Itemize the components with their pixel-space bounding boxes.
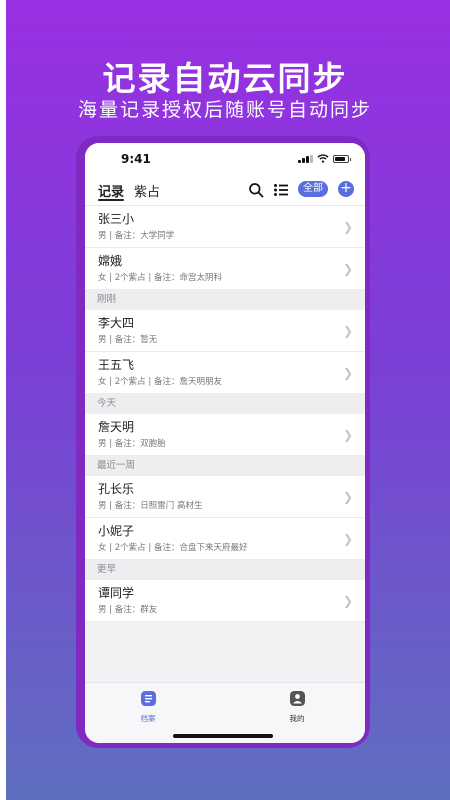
record-name: 王五飞 bbox=[98, 358, 135, 372]
list-item[interactable]: 谭同学 男 | 备注：群友 ❯ bbox=[85, 580, 365, 622]
list-item[interactable]: 嫦娥 女 | 2个紫占 | 备注：命宫太阴科 ❯ bbox=[85, 248, 365, 290]
chevron-right-icon: ❯ bbox=[342, 490, 353, 504]
chevron-right-icon: ❯ bbox=[342, 366, 353, 380]
list-item[interactable]: 孔长乐 男 | 备注：日照雷门 高材生 ❯ bbox=[85, 476, 365, 518]
list-item[interactable]: 李大四 男 | 备注：暂无 ❯ bbox=[85, 310, 365, 352]
chevron-right-icon: ❯ bbox=[342, 594, 353, 608]
status-bar: 9:41 bbox=[85, 143, 365, 173]
home-indicator bbox=[173, 734, 273, 738]
section-header: 更早 bbox=[85, 560, 365, 580]
list-item[interactable]: 小妮子 女 | 2个紫占 | 备注：合盘下来天府最好 ❯ bbox=[85, 518, 365, 560]
record-meta: 男 | 备注：日照雷门 高材生 bbox=[98, 501, 203, 511]
profile-icon bbox=[289, 691, 305, 706]
status-time: 9:41 bbox=[121, 152, 151, 166]
list-item[interactable]: 张三小 男 | 备注：大学同学 ❯ bbox=[85, 206, 365, 248]
record-meta: 男 | 备注：大学同学 bbox=[98, 231, 175, 241]
chevron-right-icon: ❯ bbox=[342, 428, 353, 442]
tab-records[interactable]: 记录 bbox=[98, 181, 124, 200]
record-name: 张三小 bbox=[98, 212, 135, 226]
promo-headline: 记录自动云同步 bbox=[102, 59, 348, 98]
section-header: 今天 bbox=[85, 394, 365, 414]
record-meta: 男 | 备注：群友 bbox=[98, 605, 158, 615]
record-meta: 女 | 2个紫占 | 备注：命宫太阴科 bbox=[98, 273, 222, 283]
promo-subline: 海量记录授权后随账号自动同步 bbox=[77, 99, 372, 121]
record-name: 李大四 bbox=[98, 316, 135, 330]
chevron-right-icon: ❯ bbox=[342, 262, 353, 276]
record-name: 詹天明 bbox=[98, 420, 135, 434]
archive-icon bbox=[140, 691, 156, 706]
phone-screen: 9:41 记录 紫占 全部 + 张三小 男 | 备注：大学同学 ❯ 嫦娥 女 |… bbox=[85, 143, 365, 743]
tab-ziwei[interactable]: 紫占 bbox=[134, 181, 160, 200]
tabbar-archive[interactable]: 档案 bbox=[118, 691, 178, 724]
active-tab-indicator bbox=[98, 199, 124, 201]
tabbar-mine-label: 我的 bbox=[289, 714, 305, 723]
chevron-right-icon: ❯ bbox=[342, 324, 353, 338]
battery-icon bbox=[333, 155, 351, 163]
section-header: 最近一周 bbox=[85, 456, 365, 476]
tabbar-archive-label: 档案 bbox=[140, 714, 156, 723]
signal-icon bbox=[298, 155, 314, 163]
chevron-right-icon: ❯ bbox=[342, 532, 353, 546]
record-meta: 女 | 2个紫占 | 备注：詹天明朋友 bbox=[98, 377, 222, 387]
record-name: 谭同学 bbox=[98, 586, 135, 600]
record-list: 张三小 男 | 备注：大学同学 ❯ 嫦娥 女 | 2个紫占 | 备注：命宫太阴科… bbox=[85, 206, 365, 622]
list-item[interactable]: 詹天明 男 | 备注：双胞胎 ❯ bbox=[85, 414, 365, 456]
record-meta: 男 | 备注：双胞胎 bbox=[98, 439, 166, 449]
record-meta: 女 | 2个紫占 | 备注：合盘下来天府最好 bbox=[98, 543, 248, 553]
filter-all-button[interactable]: 全部 bbox=[298, 181, 328, 197]
search-icon[interactable] bbox=[248, 182, 264, 198]
add-record-button[interactable]: + bbox=[338, 181, 354, 197]
list-item[interactable]: 王五飞 女 | 2个紫占 | 备注：詹天明朋友 ❯ bbox=[85, 352, 365, 394]
record-name: 小妮子 bbox=[98, 524, 135, 538]
top-nav: 记录 紫占 全部 + bbox=[85, 173, 365, 206]
record-name: 嫦娥 bbox=[98, 254, 123, 268]
chevron-right-icon: ❯ bbox=[342, 220, 353, 234]
list-icon[interactable] bbox=[273, 182, 289, 198]
tabbar-mine[interactable]: 我的 bbox=[267, 691, 327, 724]
section-header: 刚刚 bbox=[85, 290, 365, 310]
wifi-icon bbox=[317, 154, 329, 163]
record-meta: 男 | 备注：暂无 bbox=[98, 335, 158, 345]
record-name: 孔长乐 bbox=[98, 482, 135, 496]
